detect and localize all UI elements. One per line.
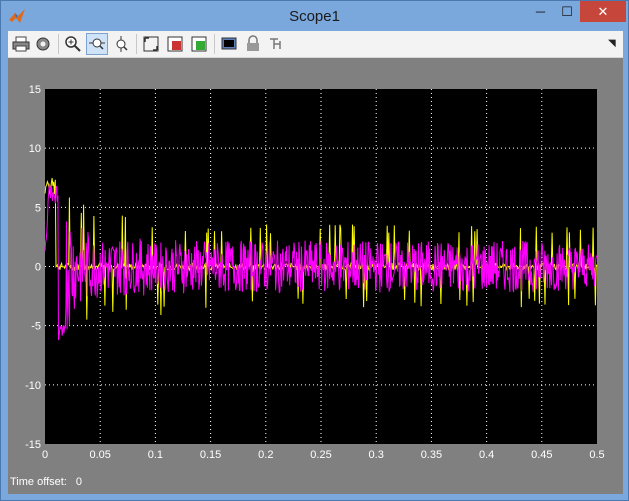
x-tick-label: 0.35: [421, 449, 442, 461]
print-button[interactable]: [10, 33, 32, 55]
status-bar: Time offset: 0: [10, 476, 88, 488]
signal-selector-button[interactable]: [266, 33, 288, 55]
zoom-y-button[interactable]: [110, 33, 132, 55]
minimize-button[interactable]: ─: [527, 1, 554, 22]
close-icon: ✕: [597, 3, 609, 19]
floating-scope-button[interactable]: [218, 33, 240, 55]
scope-window: Scope1 ─ ☐ ✕ ◥ 0 0.05 0.1 0.15 0.2 0.25 …: [0, 0, 629, 501]
x-tick-label: 0: [42, 449, 48, 461]
y-tick-label: 5: [35, 202, 41, 214]
minimize-icon: ─: [535, 4, 546, 19]
zoom-in-button[interactable]: [62, 33, 84, 55]
zoom-y-axis-icon: [116, 36, 128, 52]
parameters-button[interactable]: [32, 33, 54, 55]
zoom-x-button[interactable]: [86, 33, 108, 55]
y-tick-label: -10: [25, 380, 41, 392]
x-tick-label: 0.1: [148, 449, 163, 461]
print-icon: [12, 36, 30, 52]
toolbar-menu-arrow[interactable]: ◥: [608, 38, 616, 49]
restore-axes-button[interactable]: [188, 33, 210, 55]
toolbar: ◥: [8, 31, 623, 58]
title-bar[interactable]: Scope1 ─ ☐ ✕: [1, 1, 628, 31]
x-tick-label: 0.5: [589, 449, 604, 461]
signal-selector-icon: [270, 38, 281, 49]
autoscale-button[interactable]: [140, 33, 162, 55]
parameters-gear-icon: [36, 37, 50, 51]
save-axes-settings-icon: [167, 36, 183, 52]
plot-area: 0 0.05 0.1 0.15 0.2 0.25 0.3 0.35 0.4 0.45 0.5 15 10…: [8, 58, 623, 494]
zoom-x-axis-icon: [89, 38, 105, 50]
toolbar-separator: [136, 34, 137, 54]
scope-chart[interactable]: 0 0.05 0.1 0.15 0.2 0.25 0.3 0.35 0.4 0.45 0.5 15 10…: [8, 58, 623, 470]
x-tick-label: 0.45: [531, 449, 552, 461]
floating-scope-icon: [221, 37, 237, 50]
restore-axes-settings-icon: [191, 36, 207, 52]
y-tick-label: 10: [29, 143, 41, 155]
toolbar-separator: [214, 34, 215, 54]
lock-axes-button[interactable]: [242, 33, 264, 55]
x-tick-label: 0.15: [200, 449, 221, 461]
maximize-icon: ☐: [561, 3, 573, 19]
x-tick-label: 0.25: [310, 449, 331, 461]
y-tick-label: -15: [25, 439, 41, 451]
x-tick-label: 0.05: [89, 449, 110, 461]
autoscale-icon: [143, 36, 159, 52]
toolbar-separator: [58, 34, 59, 54]
x-tick-label: 0.3: [369, 449, 384, 461]
y-tick-label: 15: [29, 84, 41, 96]
save-axes-button[interactable]: [164, 33, 186, 55]
close-button[interactable]: ✕: [580, 1, 626, 22]
x-tick-label: 0.4: [479, 449, 494, 461]
time-offset-label: Time offset:: [10, 476, 67, 488]
y-tick-label: 0: [35, 262, 41, 274]
maximize-button[interactable]: ☐: [554, 1, 580, 22]
zoom-in-icon: [65, 36, 81, 52]
y-tick-label: -5: [31, 321, 41, 333]
lock-axes-icon: [247, 35, 259, 51]
time-offset-value: 0: [75, 476, 83, 488]
x-tick-label: 0.2: [258, 449, 273, 461]
